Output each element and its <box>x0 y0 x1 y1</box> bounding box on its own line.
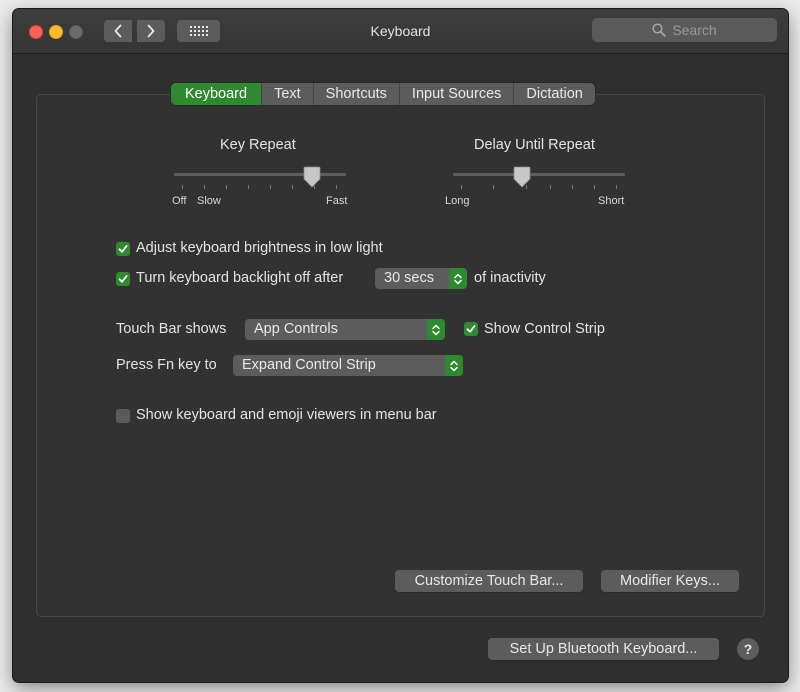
key-repeat-fast-label: Fast <box>326 195 348 207</box>
touch-bar-shows-value: App Controls <box>254 321 338 337</box>
delay-repeat-slider-thumb[interactable] <box>513 166 531 193</box>
press-fn-value: Expand Control Strip <box>242 357 376 373</box>
tab-shortcuts[interactable]: Shortcuts <box>314 83 400 105</box>
tab-input-sources[interactable]: Input Sources <box>400 83 515 105</box>
slider-tick <box>182 185 183 189</box>
search-icon <box>652 23 666 37</box>
slider-tick <box>594 185 595 189</box>
press-fn-popup[interactable]: Expand Control Strip <box>233 355 463 376</box>
delay-long-label: Long <box>445 195 470 207</box>
slider-tick <box>226 185 227 189</box>
delay-repeat-track[interactable] <box>453 173 625 176</box>
adjust-brightness-checkbox[interactable] <box>116 242 130 256</box>
show-viewers-checkbox[interactable] <box>116 409 130 423</box>
key-repeat-title: Key Repeat <box>220 137 296 153</box>
tab-bar: Keyboard Text Shortcuts Input Sources Di… <box>171 83 595 105</box>
inactivity-suffix-label: of inactivity <box>474 270 546 286</box>
slider-tick <box>292 185 293 189</box>
key-repeat-slow-label: Slow <box>197 195 221 207</box>
touch-bar-shows-label: Touch Bar shows <box>116 321 227 337</box>
slider-tick <box>616 185 617 189</box>
slider-tick <box>572 185 573 189</box>
customize-touch-bar-button[interactable]: Customize Touch Bar... <box>395 570 583 592</box>
backlight-duration-popup[interactable]: 30 secs <box>375 268 467 289</box>
checkmark-icon <box>466 325 476 333</box>
slider-tick <box>270 185 271 189</box>
checkmark-icon <box>118 275 128 283</box>
title-bar: Keyboard Search <box>13 9 788 54</box>
keyboard-preferences-window: Keyboard Search Keyboard Text Shortcuts … <box>13 9 788 682</box>
backlight-off-checkbox[interactable] <box>116 272 130 286</box>
modifier-keys-button[interactable]: Modifier Keys... <box>601 570 739 592</box>
search-field[interactable]: Search <box>592 18 777 42</box>
show-control-strip-checkbox[interactable] <box>464 322 478 336</box>
popup-arrows-icon <box>445 355 463 376</box>
tab-keyboard[interactable]: Keyboard <box>171 83 263 105</box>
slider-tick <box>550 185 551 189</box>
key-repeat-slider-thumb[interactable] <box>303 166 321 193</box>
backlight-duration-value: 30 secs <box>384 270 434 286</box>
slider-tick <box>248 185 249 189</box>
touch-bar-shows-popup[interactable]: App Controls <box>245 319 445 340</box>
delay-repeat-title: Delay Until Repeat <box>474 137 595 153</box>
delay-short-label: Short <box>598 195 625 207</box>
tab-text[interactable]: Text <box>262 83 314 105</box>
popup-arrows-icon <box>449 268 467 289</box>
backlight-off-label[interactable]: Turn keyboard backlight off after <box>136 270 343 286</box>
tab-dictation[interactable]: Dictation <box>514 83 594 105</box>
slider-tick <box>493 185 494 189</box>
slider-tick <box>204 185 205 189</box>
show-control-strip-label[interactable]: Show Control Strip <box>484 321 605 337</box>
show-viewers-label[interactable]: Show keyboard and emoji viewers in menu … <box>136 407 437 423</box>
checkmark-icon <box>118 245 128 253</box>
popup-arrows-icon <box>427 319 445 340</box>
key-repeat-off-label: Off <box>172 195 187 207</box>
slider-tick <box>461 185 462 189</box>
slider-tick <box>336 185 337 189</box>
bluetooth-keyboard-button[interactable]: Set Up Bluetooth Keyboard... <box>488 638 719 660</box>
help-button[interactable]: ? <box>737 638 759 660</box>
press-fn-label: Press Fn key to <box>116 357 217 373</box>
adjust-brightness-label[interactable]: Adjust keyboard brightness in low light <box>136 240 383 256</box>
search-placeholder: Search <box>672 22 717 38</box>
